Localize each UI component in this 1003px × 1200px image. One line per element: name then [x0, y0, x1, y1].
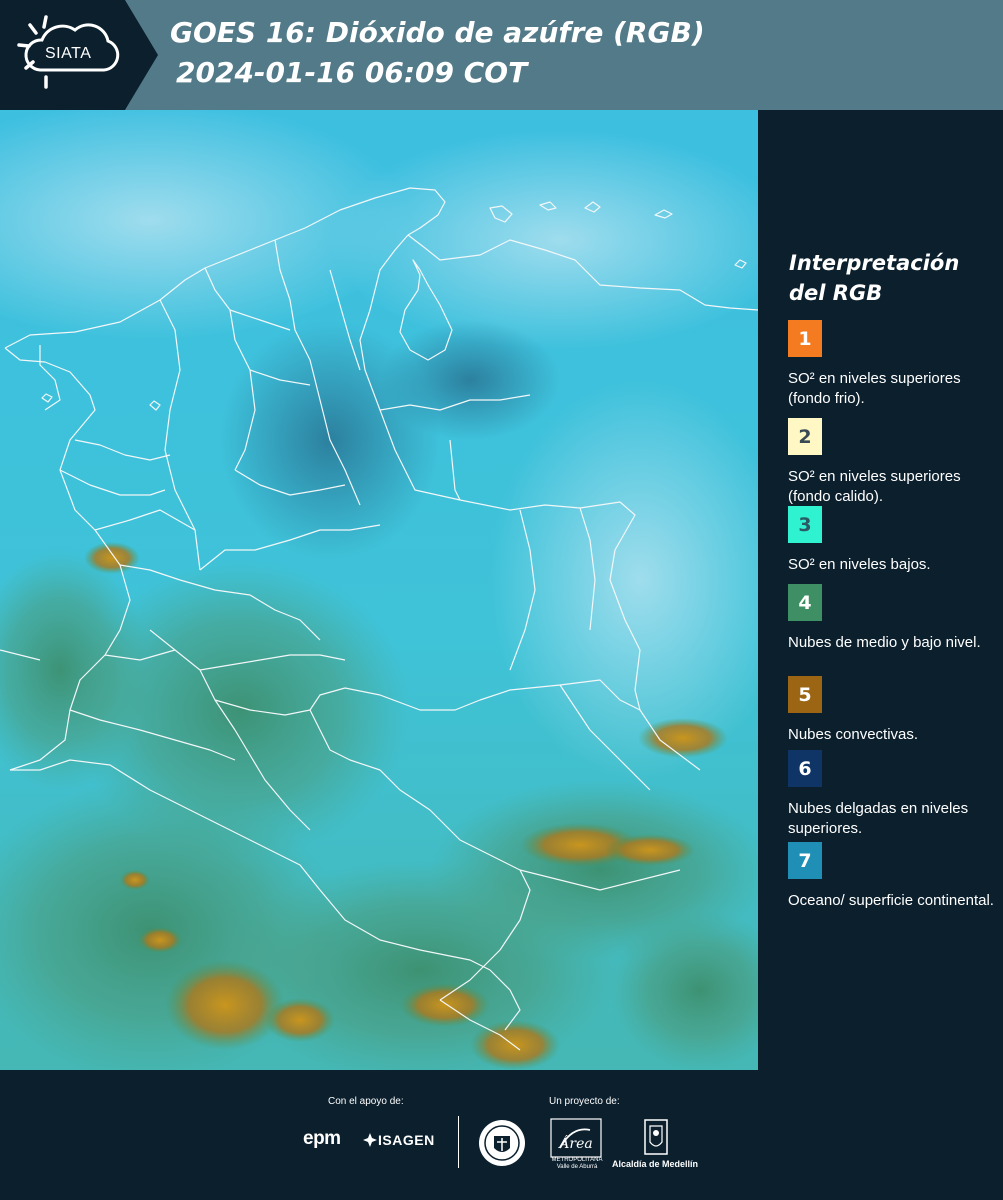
page-title: GOES 16: Dióxido de azúfre (RGB): [170, 16, 705, 49]
footer-divider: [458, 1116, 459, 1168]
legend-label-4: Nubes de medio y bajo nivel.: [788, 634, 981, 651]
isagen-logo-text: ISAGEN: [378, 1132, 435, 1148]
rgb-legend-panel: Interpretación del RGB 1 SO² en niveles …: [758, 110, 1003, 1070]
legend-item-4: 4 Nubes de medio y bajo nivel.: [788, 584, 998, 653]
legend-swatch-6: 6: [788, 750, 822, 787]
legend-label-5: Nubes convectivas.: [788, 726, 919, 743]
legend-label-2: SO² en niveles superiores (fondo calido)…: [788, 468, 961, 505]
alcaldia-name: Alcaldía de Medellín: [612, 1159, 699, 1169]
legend-label-1: SO² en niveles superiores (fondo frio).: [788, 370, 961, 407]
isagen-mark-icon: [363, 1133, 377, 1147]
legend-item-3: 3 SO² en niveles bajos.: [788, 506, 998, 575]
support-label: Con el apoyo de:: [328, 1096, 404, 1107]
area-logo-subtitle: METROPOLITANA Valle de Aburrá: [549, 1157, 605, 1171]
legend-item-2: 2 SO² en niveles superiores (fondo calid…: [788, 418, 998, 507]
legend-swatch-2: 2: [788, 418, 822, 455]
legend-swatch-5: 5: [788, 676, 822, 713]
legend-item-6: 6 Nubes delgadas en niveles superiores.: [788, 750, 998, 839]
siata-logo: SIATA: [0, 0, 158, 110]
legend-title-line2: del RGB: [789, 281, 883, 305]
legend-title: Interpretación del RGB: [789, 248, 994, 308]
legend-item-5: 5 Nubes convectivas.: [788, 676, 998, 745]
legend-label-3: SO² en niveles bajos.: [788, 556, 931, 573]
satellite-image: [0, 110, 758, 1070]
alcaldia-crest-icon: [643, 1118, 669, 1156]
project-label: Un proyecto de:: [549, 1096, 620, 1107]
legend-item-1: 1 SO² en niveles superiores (fondo frio)…: [788, 320, 998, 409]
legend-title-line1: Interpretación: [789, 251, 960, 275]
isagen-logo: ISAGEN: [362, 1132, 435, 1148]
legend-swatch-3: 3: [788, 506, 822, 543]
legend-item-7: 7 Oceano/ superficie continental.: [788, 842, 998, 911]
legend-label-6: Nubes delgadas en niveles superiores.: [788, 800, 969, 837]
footer: Con el apoyo de: Un proyecto de: epm ISA…: [0, 1070, 1003, 1200]
header-bar: SIATA GOES 16: Dióxido de azúfre (RGB) 2…: [0, 0, 1003, 110]
area-sub-line2: Valle de Aburrá: [556, 1164, 598, 1170]
epm-logo: epm: [303, 1128, 341, 1149]
legend-swatch-7: 7: [788, 842, 822, 879]
university-seal-icon: [477, 1118, 527, 1168]
siata-logo-text: SIATA: [45, 45, 92, 62]
legend-label-7: Oceano/ superficie continental.: [788, 892, 994, 909]
legend-swatch-1: 1: [788, 320, 822, 357]
area-logo-text: Área: [557, 1134, 592, 1152]
legend-swatch-4: 4: [788, 584, 822, 621]
area-sub-line1: METROPOLITANA: [551, 1157, 603, 1163]
page-timestamp: 2024-01-16 06:09 COT: [176, 56, 528, 89]
